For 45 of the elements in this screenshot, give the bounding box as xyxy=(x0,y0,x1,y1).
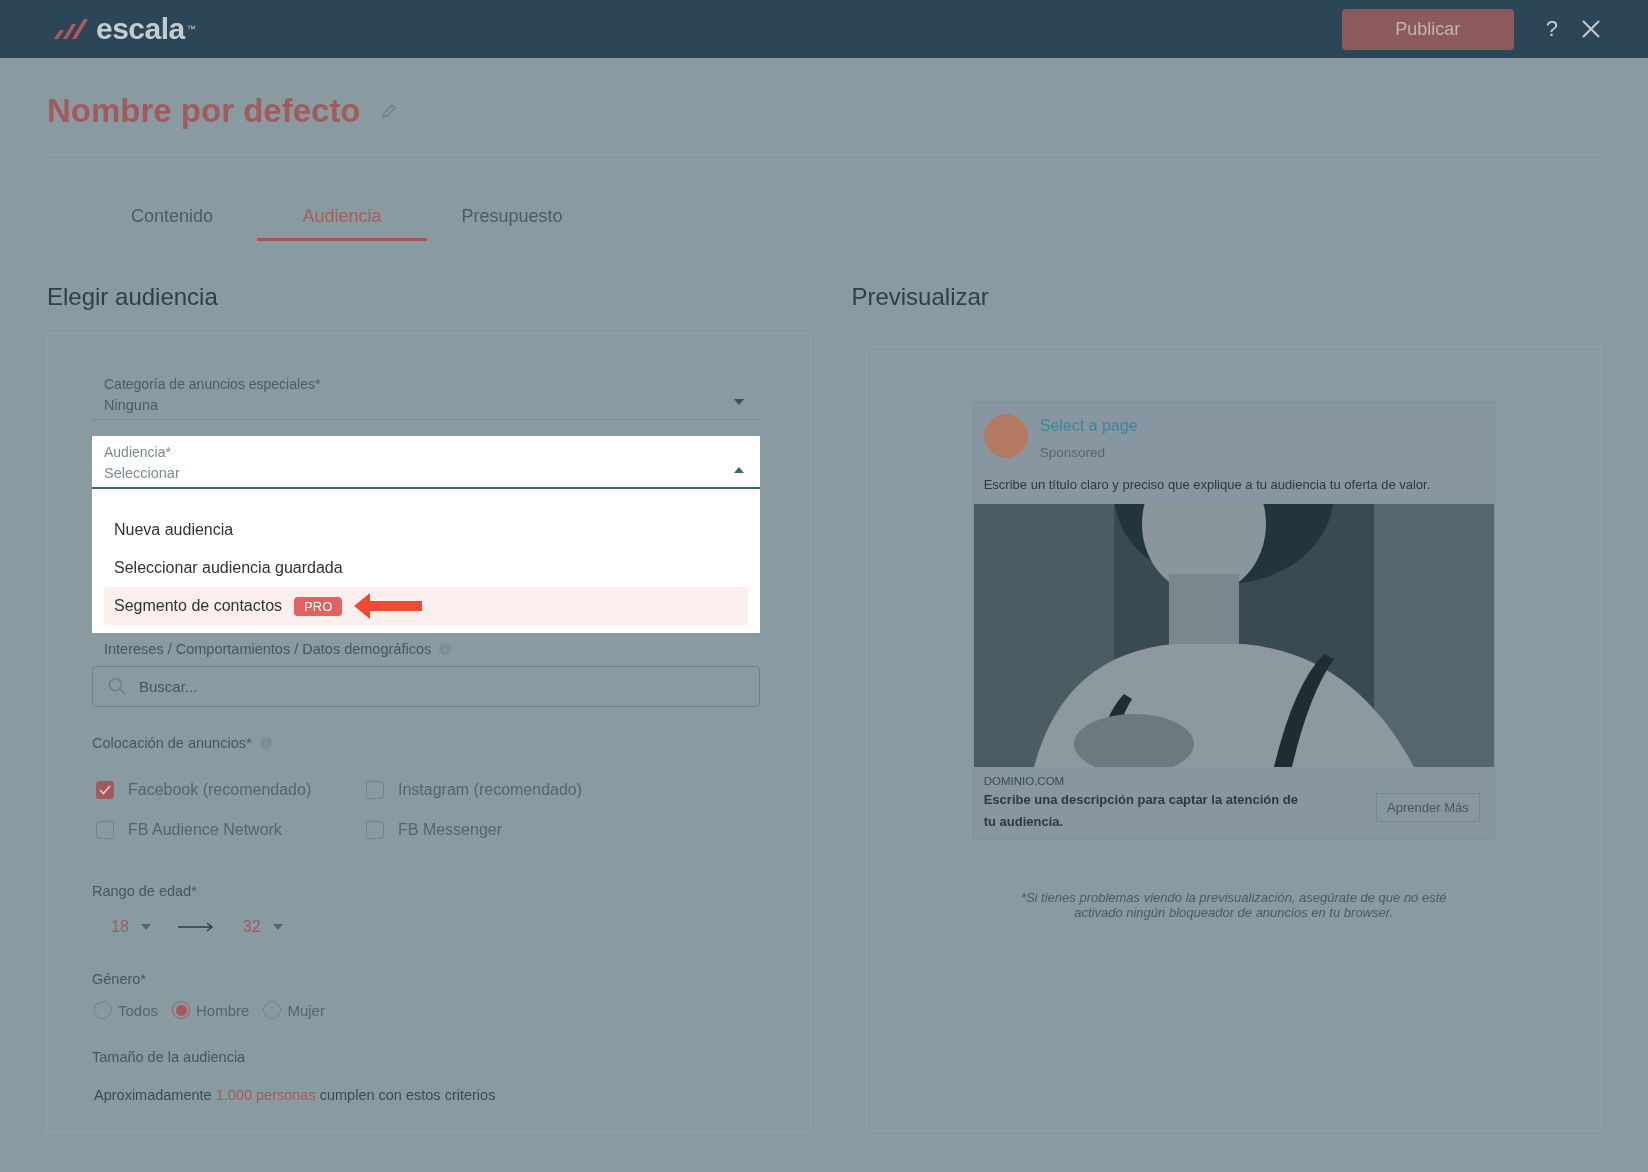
field-label: Intereses / Comportamientos / Datos demográficos xyxy=(104,641,432,657)
age-select[interactable]: 18 xyxy=(96,913,164,941)
checkbox[interactable] xyxy=(366,821,384,839)
avatar xyxy=(983,414,1028,458)
checkbox[interactable] xyxy=(96,821,114,839)
preview-note: *Si tienes problemas viendo la previsualización, asegúrate de que no esté activado ningún bloqueador de anuncios en tu browser. xyxy=(1019,890,1448,920)
field-label: Género* xyxy=(92,971,146,987)
age-select[interactable]: 32 xyxy=(227,913,296,941)
checkbox[interactable] xyxy=(96,781,114,799)
search-field[interactable]: Buscar... xyxy=(92,666,761,707)
category-dropdown[interactable]: Categoría de anuncios especiales* Ninguna xyxy=(92,368,761,420)
trademark: ™ xyxy=(186,24,196,34)
page-name[interactable]: Select a page xyxy=(1039,417,1138,435)
dropdown-option[interactable]: Seleccionar audiencia guardada xyxy=(104,549,749,587)
ad-headline: Escribe un título claro y preciso que explique a tu audiencia tu oferta de valor. xyxy=(982,476,1432,494)
field-label: Rango de edad* xyxy=(92,883,197,899)
ad-description: Escribe una descripción para captar la atención de tu audiencia. xyxy=(983,791,1299,831)
field-label: Tamaño de la audiencia xyxy=(92,1049,246,1065)
tab[interactable]: Presupuesto xyxy=(427,195,597,241)
help-button[interactable]: ? xyxy=(1541,16,1562,42)
dropdown-option[interactable]: Nueva audiencia xyxy=(104,511,749,549)
logo-stripes-icon xyxy=(52,17,90,41)
caret-icon xyxy=(140,924,151,930)
caret-icon xyxy=(734,467,745,473)
field-label: Colocación de anuncios* xyxy=(92,735,252,751)
arrow-icon xyxy=(177,922,214,932)
caret-icon xyxy=(272,924,283,930)
pencil-icon[interactable] xyxy=(380,103,397,119)
close-icon[interactable] xyxy=(1582,20,1600,38)
tab[interactable]: Audiencia xyxy=(257,195,427,241)
learn-more-button[interactable]: Aprender Más xyxy=(1376,792,1480,822)
pro-badge: PRO xyxy=(294,596,343,616)
audience-size-text: Aproximadamente 1.000 personas cumplen con estos criterios xyxy=(94,1087,497,1103)
dropdown-option[interactable]: Segmento de contactos PRO xyxy=(104,587,749,625)
section-heading: Elegir audiencia xyxy=(47,283,219,312)
caret-icon xyxy=(734,399,745,405)
tab[interactable]: Contenido xyxy=(87,195,257,241)
search-icon xyxy=(108,677,126,695)
ad-domain: DOMINIO.COM xyxy=(983,775,1066,787)
page-title: Nombre por defecto xyxy=(47,92,361,130)
section-heading: Previsualizar xyxy=(851,283,990,312)
checkbox[interactable] xyxy=(366,781,384,799)
audience-dropdown[interactable]: Audiencia* Seleccionar xyxy=(92,436,761,489)
logo-text: escala xyxy=(96,12,185,46)
publish-button[interactable]: Publicar xyxy=(1341,8,1514,50)
